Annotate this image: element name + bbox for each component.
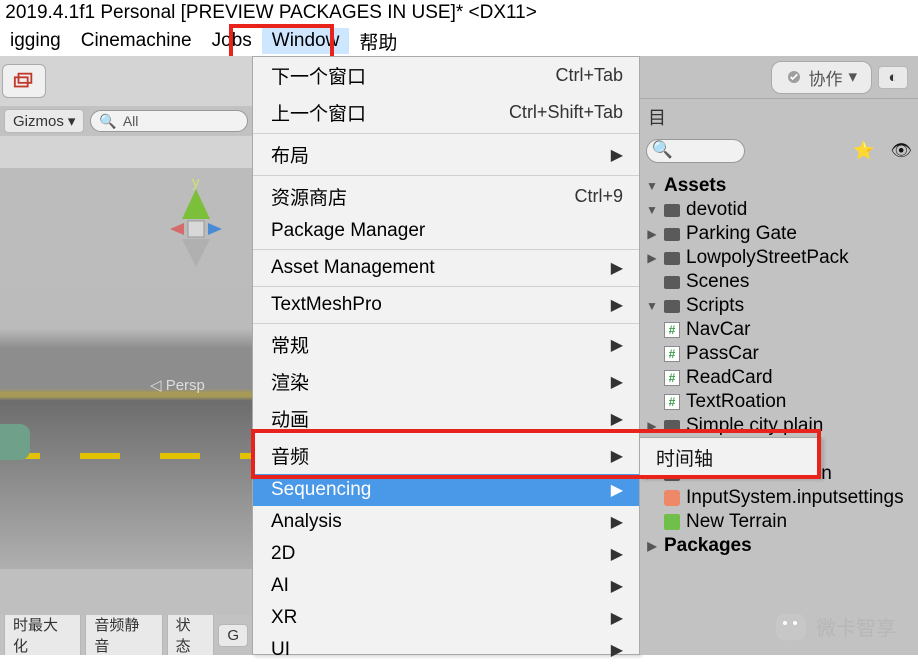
chevron-right-icon: ▶	[611, 640, 623, 660]
menubar: igging Cinemachine Jobs Window 帮助	[0, 26, 918, 56]
menu-rendering[interactable]: 渲染▶	[253, 363, 639, 400]
chevron-right-icon: ▶	[611, 576, 623, 596]
menu-package-manager[interactable]: Package Manager	[253, 215, 639, 247]
csharp-icon: #	[664, 394, 680, 410]
panel-title-placeholder: 目	[648, 104, 666, 130]
tree-simplecity[interactable]: ▶Simple city plain	[646, 414, 918, 438]
menu-jobs[interactable]: Jobs	[202, 28, 262, 54]
folder-icon	[664, 300, 680, 313]
chevron-right-icon: ▶	[611, 335, 623, 355]
cloud-check-icon	[786, 69, 802, 85]
car-model	[0, 424, 30, 460]
chevron-right-icon: ▶	[611, 372, 623, 392]
menu-animation[interactable]: 动画▶	[253, 400, 639, 437]
csharp-icon: #	[664, 346, 680, 362]
menu-layout[interactable]: 布局▶	[253, 136, 639, 173]
search-icon: 🔍	[99, 113, 116, 130]
chevron-right-icon: ▶	[611, 544, 623, 564]
folder-icon	[664, 228, 680, 241]
menu-sequencing[interactable]: Sequencing▶	[253, 474, 639, 506]
project-tree: ▼Assets ▼devotid ▶Parking Gate ▶LowpolyS…	[640, 168, 918, 558]
wechat-icon	[776, 614, 806, 640]
tool-icon[interactable]	[2, 64, 46, 98]
chevron-right-icon: ▶	[611, 409, 623, 429]
chevron-down-icon: ▾	[848, 67, 857, 87]
chevron-right-icon: ▶	[611, 480, 623, 500]
tree-scripts[interactable]: ▼Scripts	[646, 294, 918, 318]
project-panel: 协作 ▾ ◐ 目 🔍 ⭐ 👁 ▼Assets ▼devotid ▶Parking…	[640, 56, 918, 655]
terrain-icon	[664, 514, 680, 530]
menu-ai[interactable]: AI▶	[253, 570, 639, 602]
perspective-label: ◁ Persp	[150, 376, 205, 394]
csharp-icon: #	[664, 370, 680, 386]
menu-cinemachine[interactable]: Cinemachine	[71, 28, 202, 54]
collab-button[interactable]: 协作 ▾	[771, 61, 872, 94]
scene-viewport[interactable]: y ◁ Persp	[0, 168, 252, 569]
sequencing-submenu: 时间轴	[639, 437, 822, 478]
mute-button[interactable]: 音频静音	[85, 615, 162, 655]
chevron-right-icon: ▶	[611, 608, 623, 628]
tree-devotid[interactable]: ▼devotid	[646, 198, 918, 222]
maximize-button[interactable]: 时最大化	[4, 615, 81, 655]
menu-prev-window[interactable]: 上一个窗口Ctrl+Shift+Tab	[253, 94, 639, 131]
menu-window[interactable]: Window	[262, 28, 350, 54]
g-button[interactable]: G	[218, 624, 248, 647]
tree-readcard[interactable]: #ReadCard	[646, 366, 918, 390]
panel-extra-button[interactable]: ◐	[878, 66, 908, 89]
tree-inputsystem[interactable]: InputSystem.inputsettings	[646, 486, 918, 510]
settings-asset-icon	[664, 490, 680, 506]
project-search-input[interactable]: 🔍	[646, 139, 745, 163]
folder-icon	[664, 252, 680, 265]
chevron-down-icon: ▾	[68, 112, 76, 130]
filter-hidden-icon[interactable]: 👁	[890, 141, 912, 161]
status-button[interactable]: 状态	[167, 615, 215, 655]
folder-icon	[664, 276, 680, 289]
tree-passcar[interactable]: #PassCar	[646, 342, 918, 366]
tree-assets[interactable]: ▼Assets	[646, 174, 918, 198]
submenu-timeline[interactable]: 时间轴	[640, 438, 821, 477]
gizmos-button[interactable]: Gizmos ▾	[4, 109, 84, 133]
filter-favorites-icon[interactable]: ⭐	[853, 141, 874, 161]
menu-next-window[interactable]: 下一个窗口Ctrl+Tab	[253, 57, 639, 94]
folder-icon	[664, 420, 680, 433]
scene-search-input[interactable]: 🔍 All	[90, 110, 248, 132]
road-line	[0, 453, 252, 459]
menu-help[interactable]: 帮助	[349, 26, 407, 57]
tree-packages[interactable]: ▶Packages	[646, 534, 918, 558]
scene-bottom-controls: 时最大化 音频静音 状态 G	[0, 615, 252, 655]
scene-view: Gizmos ▾ 🔍 All y ◁ Persp 时最大化 音频静	[0, 56, 252, 655]
menu-2d[interactable]: 2D▶	[253, 538, 639, 570]
menu-textmeshpro[interactable]: TextMeshPro▶	[253, 289, 639, 321]
chevron-right-icon: ▶	[611, 145, 623, 165]
menu-audio[interactable]: 音频▶	[253, 437, 639, 474]
window-title: 2019.4.1f1 Personal [PREVIEW PACKAGES IN…	[5, 2, 537, 23]
axis-y-label: y	[192, 174, 200, 191]
watermark: 微卡智享	[776, 612, 896, 641]
window-dropdown: 下一个窗口Ctrl+Tab 上一个窗口Ctrl+Shift+Tab 布局▶ 资源…	[252, 56, 640, 655]
tree-parking-gate[interactable]: ▶Parking Gate	[646, 222, 918, 246]
menu-general[interactable]: 常规▶	[253, 326, 639, 363]
menu-ui[interactable]: UI▶	[253, 634, 639, 666]
chevron-right-icon: ▶	[611, 295, 623, 315]
menu-xr[interactable]: XR▶	[253, 602, 639, 634]
menu-analysis[interactable]: Analysis▶	[253, 506, 639, 538]
chevron-right-icon: ▶	[611, 446, 623, 466]
menu-asset-management[interactable]: Asset Management▶	[253, 252, 639, 284]
tree-lowpoly[interactable]: ▶LowpolyStreetPack	[646, 246, 918, 270]
search-placeholder: All	[123, 113, 139, 129]
csharp-icon: #	[664, 322, 680, 338]
tree-textroation[interactable]: #TextRoation	[646, 390, 918, 414]
tree-scenes[interactable]: Scenes	[646, 270, 918, 294]
folder-icon	[664, 204, 680, 217]
orientation-gizmo[interactable]: y	[170, 173, 250, 313]
menu-rigging[interactable]: igging	[0, 28, 71, 54]
menu-asset-store[interactable]: 资源商店Ctrl+9	[253, 178, 639, 215]
chevron-right-icon: ▶	[611, 512, 623, 532]
tree-navcar[interactable]: #NavCar	[646, 318, 918, 342]
chevron-right-icon: ▶	[611, 258, 623, 278]
tree-newterrain[interactable]: New Terrain	[646, 510, 918, 534]
